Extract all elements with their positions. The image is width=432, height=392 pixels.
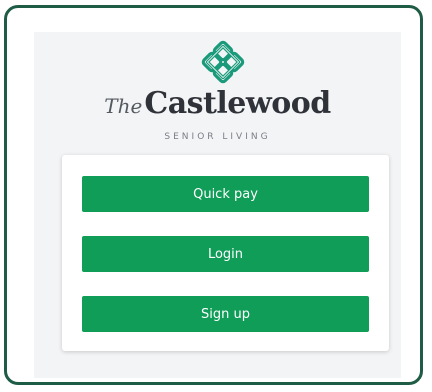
- brand-logo: TheCastlewood SENIOR LIVING: [34, 32, 401, 152]
- login-button[interactable]: Login: [82, 236, 369, 272]
- brand-name: Castlewood: [144, 86, 331, 121]
- login-panel: TheCastlewood SENIOR LIVING Quick pay Lo…: [34, 32, 401, 378]
- brand-the: The: [104, 94, 143, 118]
- action-card: Quick pay Login Sign up: [62, 155, 389, 351]
- brand-subtitle: SENIOR LIVING: [164, 132, 271, 142]
- window-frame: TheCastlewood SENIOR LIVING Quick pay Lo…: [4, 5, 423, 385]
- celtic-knot-icon: [201, 40, 245, 84]
- quick-pay-button[interactable]: Quick pay: [82, 176, 369, 212]
- sign-up-button[interactable]: Sign up: [82, 296, 369, 332]
- brand-wordmark: TheCastlewood: [34, 86, 401, 121]
